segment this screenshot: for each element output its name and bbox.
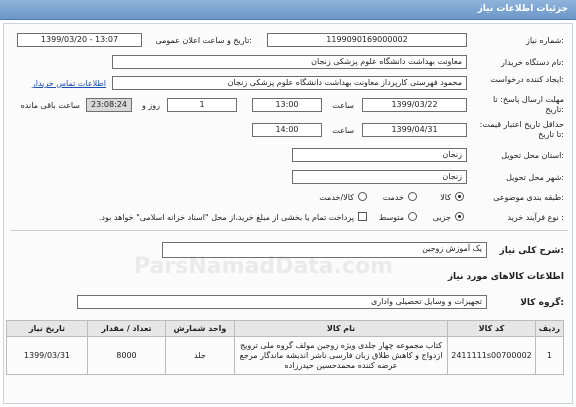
need-number-field: 1199090169000002	[267, 33, 467, 47]
column-header-qty: تعداد / مقدار	[86, 320, 167, 337]
reply-deadline-label: مهلت ارسال پاسخ: تا تاریخ:	[492, 95, 564, 114]
category-radio-goods-service[interactable]	[358, 192, 367, 201]
row-unit: جلد	[165, 336, 235, 375]
goods-info-title: اطلاعات کالاهای مورد نیاز	[447, 272, 564, 282]
process-radio-medium[interactable]	[408, 212, 417, 221]
divider	[10, 230, 568, 231]
goods-table: ردیف کد کالا نام کالا واحد شمارش تعداد /…	[6, 320, 565, 375]
summary-field: یک آموزش زوجین	[162, 242, 487, 258]
province-label: استان محل تحویل:	[501, 151, 564, 160]
category-radio-goods[interactable]	[455, 192, 464, 201]
row-qty: 8000	[86, 336, 167, 375]
process-option-minor: جزیی	[432, 213, 451, 222]
column-header-unit: واحد شمارش	[165, 320, 235, 337]
city-label: شهر محل تحویل:	[506, 173, 564, 182]
category-option-goods: کالا	[440, 193, 451, 202]
remaining-label: ساعت باقی مانده	[20, 101, 80, 110]
page-header: جزئیات اطلاعات نیاز	[0, 0, 576, 20]
remaining-time-field: 23:08:24	[86, 98, 132, 112]
category-label: طبقه بندی موضوعی:	[493, 193, 564, 202]
process-label: نوع فرآیند خرید :	[507, 213, 564, 222]
reply-time-label: ساعت	[332, 101, 354, 110]
goods-group-label: گروه کالا:	[520, 298, 564, 308]
category-radio-service[interactable]	[408, 192, 417, 201]
creator-field: محمود فهرستی کارپرداز معاونت بهداشت دانش…	[112, 76, 467, 90]
payment-note: پرداخت تمام یا بخشی از مبلغ خرید،از محل …	[98, 213, 354, 222]
days-field: 1	[167, 98, 237, 112]
column-header-index: ردیف	[534, 320, 565, 337]
province-field: زنجان	[292, 148, 467, 162]
process-option-medium: متوسط	[378, 213, 404, 222]
process-radio-minor[interactable]	[455, 212, 464, 221]
validity-date-field: 1399/04/31	[362, 123, 467, 137]
creator-label: ایجاد کننده درخواست:	[490, 75, 564, 84]
validity-time-label: ساعت	[332, 126, 354, 135]
announce-field: 1399/03/20 - 13:07	[17, 33, 142, 47]
days-label: روز و	[142, 101, 160, 110]
treasury-payment-checkbox[interactable]	[358, 212, 367, 221]
buyer-contact-link[interactable]: اطلاعات تماس خریدار	[32, 79, 106, 88]
reply-date-field: 1399/03/22	[362, 98, 467, 112]
summary-label: شرح کلی نیاز:	[499, 246, 564, 256]
column-header-date: تاریخ نیاز	[6, 320, 88, 337]
goods-group-field: تجهیزات و وسایل تحصیلی واداری	[77, 295, 487, 309]
category-option-goods-service: کالا/خدمت	[319, 193, 354, 202]
page-title: جزئیات اطلاعات نیاز	[477, 4, 568, 14]
row-name: کتاب مجموعه چهار جلدی ویژه زوجین مولف گر…	[233, 336, 449, 375]
city-field: زنجان	[292, 170, 467, 184]
validity-time-field: 14:00	[252, 123, 322, 137]
reply-time-field: 13:00	[252, 98, 322, 112]
buyer-field: معاونت بهداشت دانشگاه علوم پزشکی زنجان	[112, 55, 467, 69]
row-code: 2411111s00700002	[447, 336, 536, 375]
buyer-label: نام دستگاه خریدار:	[500, 58, 564, 67]
category-option-service: خدمت	[382, 193, 404, 202]
validity-label: حداقل تاریخ اعتبار قیمت: تا تاریخ:	[479, 120, 564, 139]
column-header-name: نام کالا	[233, 320, 449, 337]
table-header-row: ردیف کد کالا نام کالا واحد شمارش تعداد /…	[6, 320, 565, 337]
table-row[interactable]: 1 2411111s00700002 کتاب مجموعه چهار جلدی…	[6, 336, 565, 375]
row-date: 1399/03/31	[6, 336, 88, 375]
need-number-label: شماره نیاز:	[525, 36, 564, 45]
column-header-code: کد کالا	[447, 320, 536, 337]
row-index: 1	[534, 336, 565, 375]
announce-label: تاریخ و ساعت اعلان عمومی:	[155, 36, 252, 45]
